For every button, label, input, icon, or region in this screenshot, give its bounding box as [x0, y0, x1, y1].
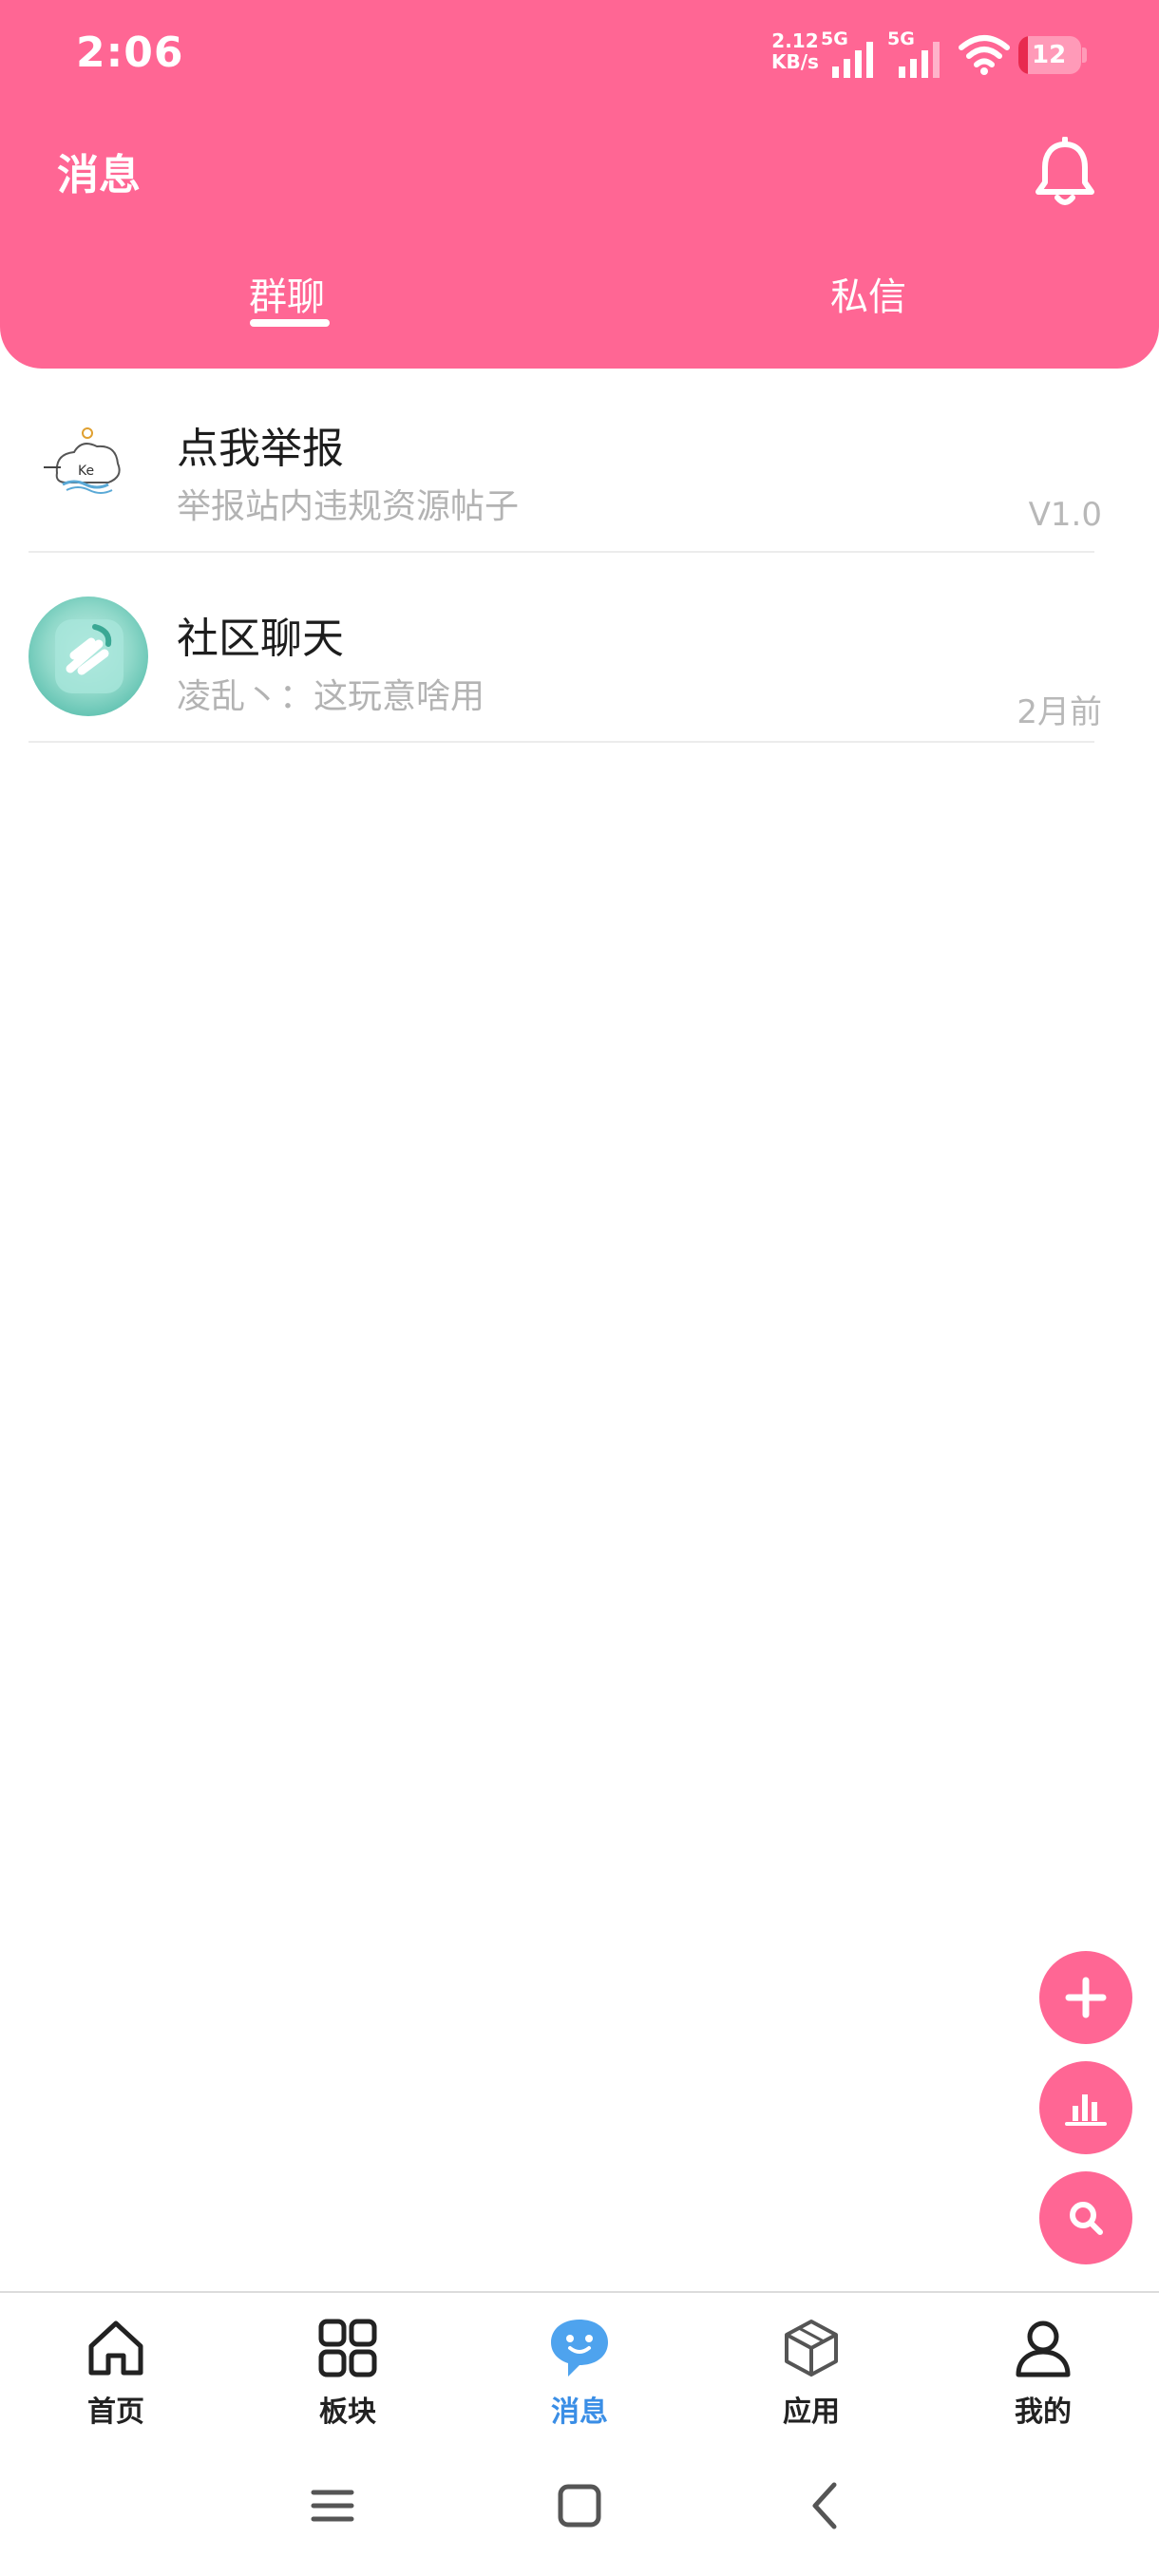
bottom-nav: 首页 板块 消息 应用 我的 [0, 2291, 1159, 2443]
user-icon [1016, 2320, 1071, 2377]
conversation-subtitle: 举报站内违规资源帖子 [177, 487, 520, 526]
search-button[interactable] [1039, 2171, 1132, 2264]
back-icon[interactable] [798, 2477, 855, 2534]
page-title: 消息 [57, 151, 141, 199]
conversation-item[interactable]: Ke 点我举报 举报站内违规资源帖子 V1.0 [0, 372, 1159, 562]
divider [28, 551, 1094, 553]
nav-boards-label: 板块 [319, 2396, 376, 2429]
chat-bubble-icon [551, 2320, 608, 2377]
add-button[interactable] [1039, 1951, 1132, 2044]
nav-profile-label: 我的 [1015, 2396, 1072, 2429]
nav-profile[interactable]: 我的 [927, 2293, 1159, 2445]
status-time: 2:06 [76, 28, 184, 77]
search-icon [1070, 2202, 1103, 2235]
conversation-meta: V1.0 [1028, 496, 1102, 534]
menu-icon[interactable] [304, 2477, 361, 2534]
plus-icon [1065, 1977, 1107, 2018]
app-header: 2:06 2.12 KB/s 5G 5G 12 消息 群聊 私信 [0, 0, 1159, 369]
home-icon [88, 2320, 143, 2376]
battery-icon: 12 [1018, 36, 1081, 74]
bell-icon[interactable] [1032, 137, 1098, 209]
nav-boards[interactable]: 板块 [232, 2293, 464, 2445]
nav-messages-label: 消息 [551, 2396, 608, 2429]
battery-level: 12 [1032, 41, 1067, 69]
green-glass-avatar [28, 597, 148, 716]
stats-button[interactable] [1039, 2061, 1132, 2154]
divider [28, 741, 1094, 743]
bar-chart-icon [1065, 2094, 1107, 2126]
tab-private-message[interactable]: 私信 [830, 266, 906, 321]
conversation-title: 点我举报 [177, 425, 344, 473]
tab-group-chat[interactable]: 群聊 [249, 266, 325, 321]
cube-icon [785, 2320, 838, 2377]
nav-messages[interactable]: 消息 [464, 2293, 695, 2445]
nav-home-label: 首页 [87, 2396, 144, 2429]
conversation-subtitle: 凌乱丶：这玩意啥用 [177, 677, 485, 716]
nav-apps-label: 应用 [783, 2396, 840, 2429]
network-speed-value: 2.12 [771, 29, 819, 52]
conversation-meta: 2月前 [1016, 693, 1102, 731]
home-square-icon[interactable] [551, 2477, 608, 2534]
cloud-logo-avatar: Ke [28, 407, 148, 526]
svg-text:Ke: Ke [78, 464, 94, 479]
tab-active-indicator [250, 319, 330, 327]
conversation-item[interactable]: 社区聊天 凌乱丶：这玩意啥用 2月前 [0, 562, 1159, 752]
status-bar: 2:06 2.12 KB/s 5G 5G 12 [0, 0, 1159, 114]
nav-apps[interactable]: 应用 [695, 2293, 927, 2445]
grid-icon [318, 2319, 377, 2377]
wifi-icon [959, 35, 1010, 75]
network-speed: 2.12 KB/s [771, 30, 819, 72]
network-speed-unit: KB/s [771, 50, 819, 73]
nav-home[interactable]: 首页 [0, 2293, 232, 2445]
system-nav-bar [0, 2443, 1159, 2576]
conversation-title: 社区聊天 [177, 615, 344, 663]
